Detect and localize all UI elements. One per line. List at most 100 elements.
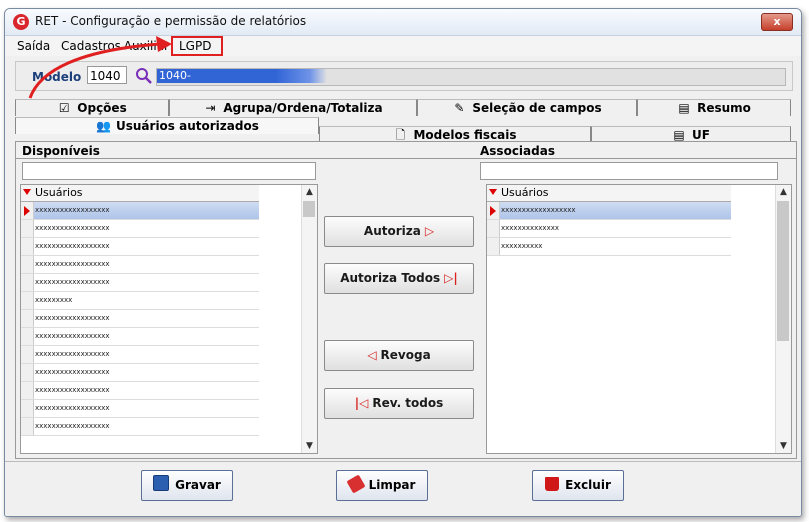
user-name-cell: xxxxxxxxxxxxxxxxxx: [35, 422, 110, 430]
tab-resumo[interactable]: ▤ Resumo: [637, 99, 791, 116]
menu-saida[interactable]: Saída: [17, 39, 50, 53]
table-row[interactable]: xxxxxxxxxxxxxx: [487, 220, 731, 238]
scroll-up-icon[interactable]: ▲: [776, 185, 791, 199]
modelo-code-input[interactable]: 1040: [87, 66, 127, 84]
table-row[interactable]: xxxxxxxxxxxxxxxxxx: [21, 238, 259, 256]
tab-selecao-campos[interactable]: ✎ Seleção de campos: [417, 99, 637, 116]
user-name-cell: xxxxxxxxxx: [501, 242, 543, 250]
revoke-all-label: Rev. todos: [372, 396, 444, 410]
available-filter-input[interactable]: [22, 162, 316, 180]
scroll-thumb[interactable]: [777, 201, 789, 341]
table-row[interactable]: xxxxxxxxxxxxxxxxxx: [21, 220, 259, 238]
table-row[interactable]: xxxxxxxxxxxxxxxxxx: [21, 400, 259, 418]
tab-usuarios-autorizados[interactable]: 👥 Usuários autorizados: [15, 117, 319, 134]
scroll-thumb[interactable]: [303, 201, 315, 217]
table-row[interactable]: xxxxxxxxxxxxxxxxxx: [21, 346, 259, 364]
user-name-cell: xxxxxxxxxxxxxxxxxx: [35, 350, 110, 358]
row-indicator: [21, 346, 34, 363]
eraser-icon: [346, 474, 366, 494]
document-icon: ▤: [678, 101, 690, 115]
menu-bar: Saída Cadastros Auxiliar LGPD: [5, 36, 801, 56]
table-row[interactable]: xxxxxxxxxxxxxxxxxx: [21, 256, 259, 274]
revoke-label: Revoga: [380, 348, 431, 362]
row-indicator: [21, 328, 34, 345]
tab-label: UF: [692, 128, 710, 142]
title-bar: G RET - Configuração e permissão de rela…: [5, 9, 801, 36]
table-row[interactable]: xxxxxxxxxxxxxxxxxx: [21, 274, 259, 292]
authorize-all-label: Autoriza Todos: [340, 271, 441, 285]
associated-grid-header[interactable]: Usuários: [487, 185, 731, 202]
tab-label: Opções: [77, 101, 127, 115]
delete-label: Excluir: [565, 478, 611, 492]
tab-label: Agrupa/Ordena/Totaliza: [223, 101, 383, 115]
row-indicator: [21, 202, 34, 219]
table-row[interactable]: xxxxxxxxxxxxxxxxxx: [21, 328, 259, 346]
user-name-cell: xxxxxxxxxxxxxx: [501, 224, 559, 232]
sort-desc-icon: [23, 189, 31, 195]
window-title: RET - Configuração e permissão de relató…: [35, 14, 307, 28]
arrow-first-icon: |◁: [354, 396, 369, 410]
row-indicator: [21, 274, 34, 291]
menu-lgpd[interactable]: LGPD: [171, 36, 224, 56]
row-indicator: [487, 220, 500, 237]
table-row[interactable]: xxxxxxxxxxxxxxxxxx: [21, 364, 259, 382]
menu-auxiliar[interactable]: Auxiliar: [125, 39, 169, 53]
row-indicator: [21, 418, 34, 435]
row-indicator: [21, 310, 34, 327]
footer-bar: Gravar Limpar Excluir: [5, 461, 801, 516]
available-grid[interactable]: Usuários xxxxxxxxxxxxxxxxxx xxxxxxxxxxxxx…: [20, 184, 318, 454]
tab-agrupa[interactable]: ⇥ Agrupa/Ordena/Totaliza: [169, 99, 417, 116]
sort-desc-icon: [489, 189, 497, 195]
close-button[interactable]: x: [761, 13, 793, 31]
associated-grid[interactable]: Usuários xxxxxxxxxxxxxxxxxx xxxxxxxxxxxxx…: [486, 184, 792, 454]
save-label: Gravar: [175, 478, 221, 492]
menu-cadastros[interactable]: Cadastros: [61, 39, 125, 53]
associated-filter-input[interactable]: [480, 162, 778, 180]
row-indicator: [21, 238, 34, 255]
scroll-down-icon[interactable]: ▼: [776, 439, 791, 453]
user-name-cell: xxxxxxxxx: [35, 296, 73, 304]
available-title: Disponíveis: [22, 144, 100, 158]
users-icon: 👥: [96, 119, 111, 133]
search-icon[interactable]: [135, 67, 153, 85]
authorize-button[interactable]: Autoriza ▷: [324, 216, 474, 247]
table-row[interactable]: xxxxxxxxx: [21, 292, 259, 310]
table-row[interactable]: xxxxxxxxxxxxxxxxxx: [21, 382, 259, 400]
tab-label: Usuários autorizados: [116, 119, 259, 133]
row-indicator: [487, 202, 500, 219]
tab-opcoes[interactable]: ☑ Opções: [15, 99, 169, 116]
modelo-description-text: 1040-: [157, 69, 327, 83]
table-row[interactable]: xxxxxxxxxx: [487, 238, 731, 256]
user-name-cell: xxxxxxxxxxxxxxxxxx: [35, 386, 110, 394]
column-header-usuarios: Usuários: [35, 186, 83, 199]
pencil-icon: ✎: [454, 101, 465, 115]
associated-scrollbar[interactable]: ▲ ▼: [775, 185, 791, 453]
tab-label: Modelos fiscais: [413, 128, 517, 142]
column-header-usuarios: Usuários: [501, 186, 549, 199]
arrow-left-icon: ◁: [367, 348, 377, 362]
trash-icon: [545, 477, 560, 491]
user-name-cell: xxxxxxxxxxxxxxxxxx: [35, 404, 110, 412]
delete-button[interactable]: Excluir: [532, 470, 624, 501]
available-scrollbar[interactable]: ▲ ▼: [301, 185, 317, 453]
table-row[interactable]: xxxxxxxxxxxxxxxxxx: [21, 418, 259, 436]
row-indicator: [21, 256, 34, 273]
table-row[interactable]: xxxxxxxxxxxxxxxxxx: [487, 202, 731, 220]
table-row[interactable]: xxxxxxxxxxxxxxxxxx: [21, 202, 259, 220]
table-row[interactable]: xxxxxxxxxxxxxxxxxx: [21, 310, 259, 328]
user-name-cell: xxxxxxxxxxxxxxxxxx: [35, 368, 110, 376]
scroll-down-icon[interactable]: ▼: [302, 439, 317, 453]
modelo-description-field[interactable]: 1040-: [156, 68, 786, 86]
available-grid-header[interactable]: Usuários: [21, 185, 259, 202]
revoke-button[interactable]: ◁ Revoga: [324, 340, 474, 371]
user-name-cell: xxxxxxxxxxxxxxxxxx: [35, 278, 110, 286]
save-button[interactable]: Gravar: [141, 470, 233, 501]
clear-button[interactable]: Limpar: [336, 470, 428, 501]
revoke-all-button[interactable]: |◁ Rev. todos: [324, 388, 474, 419]
scroll-up-icon[interactable]: ▲: [302, 185, 317, 199]
row-indicator: [21, 400, 34, 417]
user-name-cell: xxxxxxxxxxxxxxxxxx: [35, 332, 110, 340]
authorize-all-button[interactable]: Autoriza Todos ▷|: [324, 263, 474, 294]
user-name-cell: xxxxxxxxxxxxxxxxxx: [501, 206, 576, 214]
arrow-last-icon: ▷|: [444, 271, 458, 285]
